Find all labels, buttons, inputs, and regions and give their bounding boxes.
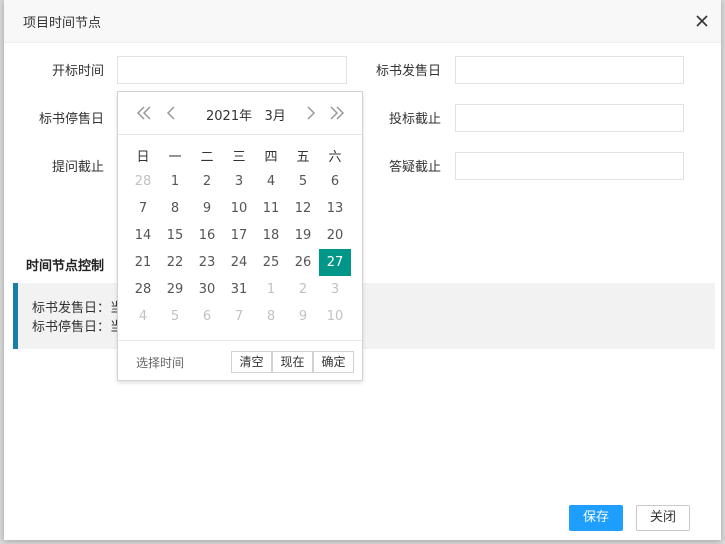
calendar-day[interactable]: 7 xyxy=(127,195,159,222)
calendar-day[interactable]: 29 xyxy=(159,276,191,303)
calendar-day[interactable]: 9 xyxy=(287,303,319,330)
calendar-day[interactable]: 15 xyxy=(159,222,191,249)
calendar-day[interactable]: 16 xyxy=(191,222,223,249)
calendar-day[interactable]: 9 xyxy=(191,195,223,222)
calendar-day[interactable]: 12 xyxy=(287,195,319,222)
calendar-day[interactable]: 28 xyxy=(127,276,159,303)
calendar-day[interactable]: 25 xyxy=(255,249,287,276)
calendar-day[interactable]: 19 xyxy=(287,222,319,249)
calendar-day[interactable]: 5 xyxy=(287,168,319,195)
weekday-row: 日一二三四五六 xyxy=(127,142,351,168)
calendar-day[interactable]: 30 xyxy=(191,276,223,303)
calendar-day[interactable]: 14 xyxy=(127,222,159,249)
weekday-header: 五 xyxy=(296,149,310,165)
calendar-day[interactable]: 31 xyxy=(223,276,255,303)
close-button[interactable]: 关闭 xyxy=(636,505,690,531)
calendar-day[interactable]: 8 xyxy=(255,303,287,330)
calendar-day[interactable]: 26 xyxy=(287,249,319,276)
section-title: 时间节点控制 xyxy=(26,259,105,274)
select-time-link[interactable]: 选择时间 xyxy=(136,354,184,371)
sale-start-label: 标书发售日 xyxy=(375,64,441,79)
bid-deadline-input[interactable] xyxy=(455,104,684,132)
prev-year-icon[interactable] xyxy=(135,104,155,122)
calendar-day[interactable]: 21 xyxy=(127,249,159,276)
next-month-icon[interactable] xyxy=(300,104,320,122)
calendar-day[interactable]: 18 xyxy=(255,222,287,249)
weekday-header: 四 xyxy=(264,149,278,165)
next-year-icon[interactable] xyxy=(326,104,346,122)
sale-stop-label: 标书停售日 xyxy=(38,112,104,127)
date-picker-footer: 选择时间 清空 现在 确定 xyxy=(118,340,362,381)
calendar-day[interactable]: 6 xyxy=(191,303,223,330)
calendar-day[interactable]: 11 xyxy=(255,195,287,222)
calendar-day[interactable]: 2 xyxy=(287,276,319,303)
calendar-day[interactable]: 7 xyxy=(223,303,255,330)
date-picker-header: 2021年 3月 xyxy=(118,92,362,135)
answer-deadline-input[interactable] xyxy=(455,152,684,180)
calendar-day[interactable]: 28 xyxy=(127,168,159,195)
save-button[interactable]: 保存 xyxy=(569,505,623,531)
prev-month-icon[interactable] xyxy=(162,104,182,122)
sale-start-input[interactable] xyxy=(455,56,684,84)
calendar-week: 4 5 6 7 8 9 10 xyxy=(127,303,351,330)
dialog-title: 项目时间节点 xyxy=(23,16,102,31)
weekday-header: 三 xyxy=(232,149,246,165)
calendar-day[interactable]: 10 xyxy=(223,195,255,222)
calendar-day[interactable]: 24 xyxy=(223,249,255,276)
calendar-day[interactable]: 1 xyxy=(159,168,191,195)
calendar-week: 28 1 2 3 4 5 6 xyxy=(127,168,351,195)
calendar-day[interactable]: 17 xyxy=(223,222,255,249)
month-selector[interactable]: 3月 xyxy=(265,109,286,124)
dialog-header: 项目时间节点 xyxy=(4,0,721,43)
calendar-day[interactable]: 6 xyxy=(319,168,351,195)
clear-button[interactable]: 清空 xyxy=(231,351,272,373)
calendar-day[interactable]: 20 xyxy=(319,222,351,249)
notice-line-sale-start: 标书发售日：当 xyxy=(32,301,124,316)
calendar-day[interactable]: 5 xyxy=(159,303,191,330)
confirm-button[interactable]: 确定 xyxy=(313,351,354,373)
date-picker: 2021年 3月 日一二三四五六 28 1 2 3 4 5 6 7 8 9 10 11 12 13 14 15… xyxy=(117,91,363,381)
calendar-week: 28 29 30 31 1 2 3 xyxy=(127,276,351,303)
weekday-header: 一 xyxy=(168,149,182,165)
calendar-day[interactable]: 3 xyxy=(223,168,255,195)
calendar-day[interactable]: 2 xyxy=(191,168,223,195)
calendar-day[interactable]: 8 xyxy=(159,195,191,222)
calendar-week: 7 8 9 10 11 12 13 xyxy=(127,195,351,222)
calendar-day-selected[interactable]: 27 xyxy=(319,249,351,276)
bid-open-input[interactable] xyxy=(117,56,347,84)
question-deadline-label: 提问截止 xyxy=(51,160,104,175)
close-icon[interactable] xyxy=(694,13,710,29)
calendar-days: 28 1 2 3 4 5 6 7 8 9 10 11 12 13 14 15 16 17 18 19 20 21 22 23 2… xyxy=(127,168,351,330)
weekday-header: 二 xyxy=(200,149,214,165)
calendar-day[interactable]: 10 xyxy=(319,303,351,330)
calendar-grid: 日一二三四五六 28 1 2 3 4 5 6 7 8 9 10 11 12 13 14 15 16 17 18 19 2… xyxy=(127,142,351,330)
calendar-day[interactable]: 3 xyxy=(319,276,351,303)
calendar-day[interactable]: 23 xyxy=(191,249,223,276)
weekday-header: 六 xyxy=(328,149,342,165)
calendar-day[interactable]: 4 xyxy=(127,303,159,330)
year-selector[interactable]: 2021年 xyxy=(206,109,252,124)
calendar-day[interactable]: 1 xyxy=(255,276,287,303)
calendar-day[interactable]: 13 xyxy=(319,195,351,222)
now-button[interactable]: 现在 xyxy=(272,351,313,373)
weekday-header: 日 xyxy=(136,149,150,165)
calendar-week: 21 22 23 24 25 26 27 xyxy=(127,249,351,276)
bid-open-label: 开标时间 xyxy=(51,64,104,79)
year-month-label: 2021年 3月 xyxy=(206,105,286,124)
calendar-week: 14 15 16 17 18 19 20 xyxy=(127,222,351,249)
calendar-day[interactable]: 4 xyxy=(255,168,287,195)
notice-line-sale-stop: 标书停售日：当 xyxy=(32,320,124,335)
calendar-day[interactable]: 22 xyxy=(159,249,191,276)
